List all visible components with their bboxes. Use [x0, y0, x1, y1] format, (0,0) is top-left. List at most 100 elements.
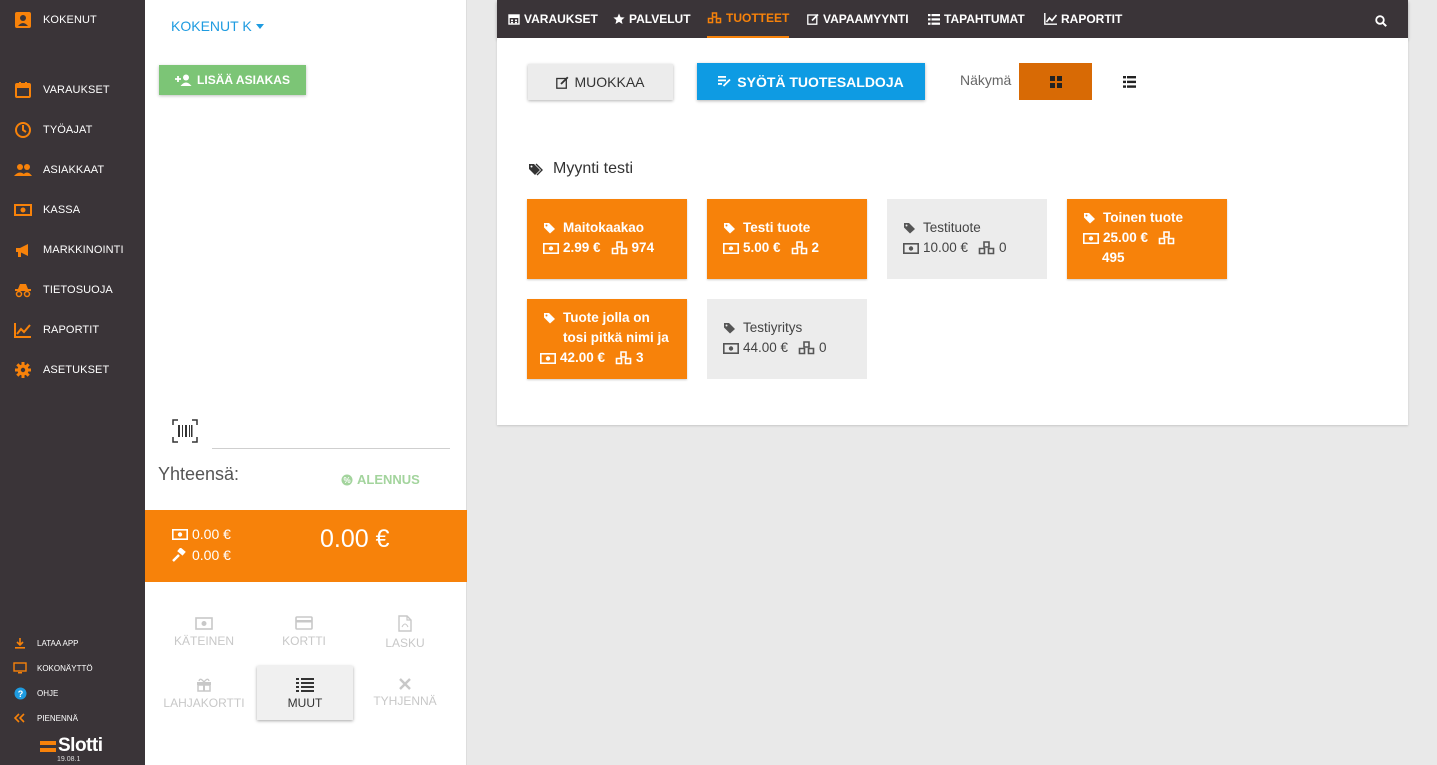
cash-icon: [13, 200, 33, 220]
sidebar-header-account[interactable]: KOKENUT: [0, 6, 145, 34]
tag-icon: [543, 218, 556, 234]
tag-icon: [903, 218, 916, 234]
sidebar-item-label: VARAUKSET: [43, 84, 110, 96]
customer-dropdown-label: KOKENUT K: [171, 18, 252, 34]
sidebar-item-varaukset[interactable]: VARAUKSET: [0, 76, 145, 104]
sidebar-item-tyoajat[interactable]: TYÖAJAT: [0, 116, 145, 144]
sidebar-item-label: TIETOSUOJA: [43, 284, 113, 296]
product-name-row: Toinen tuote: [1083, 208, 1215, 228]
invoice-payment-label: LASKU: [385, 635, 425, 650]
cubes-icon: [615, 351, 632, 365]
tag-icon: [723, 218, 736, 234]
sidebar-collapse[interactable]: PIENENNÄ: [0, 708, 145, 728]
product-price-value: 42.00 €: [560, 350, 606, 365]
product-tile[interactable]: Toinen tuote 25.00 € 495: [1067, 199, 1227, 279]
invoice-payment-button[interactable]: LASKU: [357, 605, 453, 659]
total-bar: 0.00 € 0.00 €: [145, 510, 467, 582]
cash-icon: [172, 528, 188, 540]
cubes-icon: [798, 341, 815, 355]
product-price-value: 25.00 €: [1103, 230, 1149, 245]
product-name-row: Tuote jolla on tosi pitkä nimi ja: [543, 308, 675, 348]
giftcard-payment-button[interactable]: LAHJAKORTTI: [156, 666, 252, 720]
product-price-value: 44.00 €: [743, 340, 789, 355]
enter-stock-label: SYÖTÄ TUOTESALDOJA: [737, 73, 904, 90]
sidebar-item-tietosuoja[interactable]: TIETOSUOJA: [0, 276, 145, 304]
tab-tuotteet[interactable]: TUOTTEET: [707, 0, 790, 38]
tag-icon: [543, 308, 556, 324]
other-payment-button[interactable]: MUUT: [257, 666, 353, 720]
gear-icon: [13, 360, 33, 380]
sidebar-item-label: ASETUKSET: [43, 364, 110, 376]
tab-varaukset[interactable]: VARAUKSET: [508, 0, 598, 38]
tab-label: TAPAHTUMAT: [944, 12, 1025, 26]
product-tile[interactable]: Testi tuote 5.00 € 2: [707, 199, 867, 279]
cash-subtotal-value: 0.00 €: [192, 526, 231, 542]
add-customer-label: LISÄÄ ASIAKAS: [197, 73, 290, 87]
barcode-icon[interactable]: [172, 419, 198, 443]
product-stock-value: 3: [636, 350, 644, 365]
tags-icon: [528, 163, 543, 176]
clear-cart-label: TYHJENNÄ: [373, 694, 437, 708]
sidebar-item-label: MARKKINOINTI: [43, 244, 124, 256]
cash-icon: [723, 242, 739, 254]
product-tile[interactable]: Maitokaakao 2.99 € 974: [527, 199, 687, 279]
discount-button[interactable]: % ALENNUS: [341, 472, 420, 487]
product-stock: 0: [798, 338, 827, 358]
card-payment-button[interactable]: KORTTI: [256, 605, 352, 659]
product-name: Tuote jolla on tosi pitkä nimi ja: [563, 310, 669, 345]
list-icon: [928, 13, 940, 25]
sidebar-download-app[interactable]: LATAA APP: [0, 633, 145, 653]
sidebar-item-asiakkaat[interactable]: ASIAKKAAT: [0, 156, 145, 184]
sidebar-fullscreen[interactable]: KOKONÄYTTÖ: [0, 658, 145, 678]
product-price-value: 2.99 €: [563, 240, 601, 255]
product-tile[interactable]: Tuote jolla on tosi pitkä nimi ja 42.00 …: [527, 299, 687, 379]
clear-cart-button[interactable]: TYHJENNÄ: [357, 666, 453, 720]
cash-payment-button[interactable]: KÄTEINEN: [156, 605, 252, 659]
product-tile[interactable]: Testiyritys 44.00 € 0: [707, 299, 867, 379]
product-tile[interactable]: Testituote 10.00 € 0: [887, 199, 1047, 279]
product-group-name: Myynti testi: [553, 160, 634, 177]
tag-icon: [723, 318, 736, 334]
tab-palvelut[interactable]: PALVELUT: [613, 0, 691, 38]
product-price: 42.00 €: [540, 348, 605, 368]
customer-dropdown[interactable]: KOKENUT K: [171, 18, 264, 34]
search-icon[interactable]: [1375, 15, 1387, 27]
sidebar-item-label: RAPORTIT: [43, 324, 100, 336]
grid-icon: [1049, 75, 1062, 88]
sidebar-item-asetukset[interactable]: ASETUKSET: [0, 356, 145, 384]
other-payment-label: MUUT: [287, 695, 323, 710]
barcode-input[interactable]: [212, 420, 450, 449]
edit-button[interactable]: MUOKKAA: [528, 64, 673, 100]
enter-stock-button[interactable]: SYÖTÄ TUOTESALDOJA: [697, 63, 925, 100]
tab-raportit[interactable]: RAPORTIT: [1044, 0, 1122, 38]
cubes-icon: [1158, 231, 1175, 245]
add-customer-button[interactable]: LISÄÄ ASIAKAS: [159, 65, 306, 95]
sidebar-help[interactable]: ? OHJE: [0, 683, 145, 703]
sidebar-item-markkinointi[interactable]: MARKKINOINTI: [0, 236, 145, 264]
user-plus-icon: [175, 74, 192, 86]
total-amount: 0.00 €: [320, 525, 390, 553]
clock-icon: [13, 120, 33, 140]
list-view-button[interactable]: [1093, 63, 1166, 100]
sidebar-item-raportit[interactable]: RAPORTIT: [0, 316, 145, 344]
users-icon: [13, 160, 33, 180]
view-mode-label: Näkymä: [960, 72, 1012, 88]
tab-label: VARAUKSET: [524, 12, 598, 26]
total-label: Yhteensä:: [158, 464, 240, 484]
tab-vapaamyynti[interactable]: VAPAAMYYNTI: [807, 0, 909, 38]
product-stock: [1158, 231, 1175, 245]
invoice-icon: [398, 614, 412, 632]
grid-view-button[interactable]: [1019, 63, 1092, 100]
cash-icon: [540, 352, 556, 364]
sidebar-item-kassa[interactable]: KASSA: [0, 196, 145, 224]
product-price-value: 10.00 €: [923, 240, 969, 255]
product-price: 5.00 €: [723, 238, 781, 258]
cash-icon: [1083, 232, 1099, 244]
product-info-row: 44.00 € 0: [723, 338, 855, 358]
tab-tapahtumat[interactable]: TAPAHTUMAT: [928, 0, 1025, 38]
product-name: Toinen tuote: [1103, 210, 1183, 225]
product-info-row: 10.00 € 0: [903, 238, 1035, 258]
card-icon: [295, 616, 313, 630]
caret-down-icon: [255, 23, 264, 29]
cubes-icon: [978, 241, 995, 255]
